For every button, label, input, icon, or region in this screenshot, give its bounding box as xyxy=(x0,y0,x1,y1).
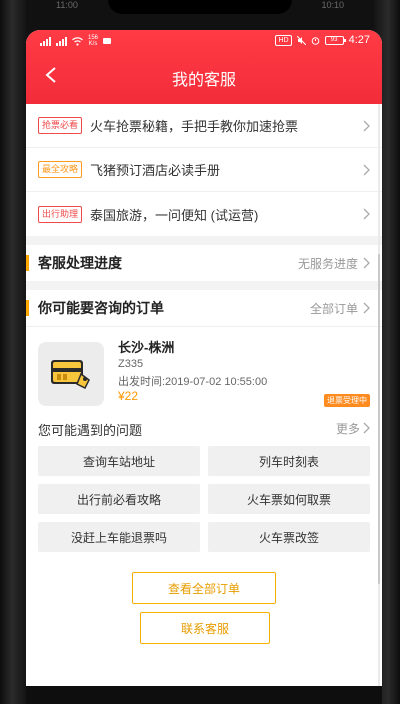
chevron-right-icon xyxy=(363,164,370,175)
section-title: 客服处理进度 xyxy=(38,255,122,271)
section-accent-bar xyxy=(26,255,29,271)
promo-text: 泰国旅游，一问便知 (试运营) xyxy=(90,207,259,223)
orders-section-row[interactable]: 你可能要咨询的订单 全部订单 xyxy=(26,290,382,326)
order-card[interactable]: 长沙-株洲 Z335 出发时间:2019-07-02 10:55:00 ¥22 … xyxy=(26,332,382,412)
questions-header: 您可能遇到的问题 更多 xyxy=(26,416,382,440)
page-title: 我的客服 xyxy=(171,72,236,89)
signal-icon xyxy=(40,36,51,46)
battery-icon: 93 xyxy=(324,35,346,45)
promo-text: 火车抢票秘籍，手把手教你加速抢票 xyxy=(90,119,299,134)
chevron-right-icon xyxy=(363,422,370,434)
promo-tag: 出行助理 xyxy=(38,205,83,223)
chevron-right-icon xyxy=(363,302,370,314)
section-accent-bar xyxy=(26,300,29,316)
chevron-right-icon xyxy=(363,257,370,269)
divider xyxy=(26,326,382,327)
ghost-time-right: 10:10 xyxy=(321,0,344,10)
question-change-ticket[interactable]: 火车票改签 xyxy=(208,522,370,552)
scrollbar-thumb[interactable] xyxy=(378,254,380,584)
signal-icon-2 xyxy=(56,36,67,46)
section-link: 无服务进度 xyxy=(297,256,358,271)
train-number: Z335 xyxy=(118,358,144,370)
promo-row-travel-assistant[interactable]: 出行助理 泰国旅游，一问便知 (试运营) xyxy=(26,192,382,236)
question-station-address[interactable]: 查询车站地址 xyxy=(38,446,200,476)
all-orders-link[interactable]: 全部订单 xyxy=(310,300,358,317)
alarm-icon xyxy=(311,36,319,45)
ghost-time-left: 11:00 xyxy=(56,0,78,10)
status-bar: 156 K/s HD 93 4:27 xyxy=(26,30,382,52)
order-route: 长沙-株洲 xyxy=(118,340,175,355)
question-timetable[interactable]: 列车时刻表 xyxy=(208,446,370,476)
promo-tag: 最全攻略 xyxy=(38,161,83,178)
departure-time: 出发时间:2019-07-02 10:55:00 xyxy=(118,376,268,388)
question-missed-train-refund[interactable]: 没赶上车能退票吗 xyxy=(38,522,200,552)
content: 抢票必看 火车抢票秘籍，手把手教你加速抢票 最全攻略 飞猪预订酒店必读手册 出行… xyxy=(26,104,382,686)
train-ticket-icon xyxy=(38,342,104,406)
promo-text: 飞猪预订酒店必读手册 xyxy=(90,163,221,178)
question-travel-guide[interactable]: 出行前必看攻略 xyxy=(38,484,200,514)
promo-tag: 抢票必看 xyxy=(38,117,83,134)
question-pickup-ticket[interactable]: 火车票如何取票 xyxy=(208,484,370,514)
mute-icon xyxy=(296,35,306,45)
wifi-icon xyxy=(72,36,83,46)
app-screen: 156 K/s HD 93 4:27 我的客服 抢票必看 火车抢票秘籍，手把手教你… xyxy=(26,30,382,686)
chevron-right-icon xyxy=(363,120,370,131)
divider xyxy=(26,236,382,245)
notification-icon xyxy=(103,38,112,44)
status-time: 4:27 xyxy=(348,34,370,46)
status-badge: 退票受理中 xyxy=(324,394,370,407)
app-header: 156 K/s HD 93 4:27 我的客服 xyxy=(26,30,382,104)
net-speed: 156 K/s xyxy=(88,35,99,47)
contact-service-button[interactable]: 联系客服 xyxy=(140,612,270,644)
chevron-right-icon xyxy=(363,208,370,220)
promo-row-ticket-tips[interactable]: 抢票必看 火车抢票秘籍，手把手教你加速抢票 xyxy=(26,104,382,148)
more-questions-link[interactable]: 更多 xyxy=(336,420,360,437)
camera-notch xyxy=(108,0,292,14)
view-all-orders-button[interactable]: 查看全部订单 xyxy=(132,572,276,604)
hd-badge: HD xyxy=(275,34,292,46)
divider xyxy=(26,281,382,290)
service-progress-row[interactable]: 客服处理进度 无服务进度 xyxy=(26,245,382,281)
bottom-bezel xyxy=(26,686,382,704)
promo-row-hotel-guide[interactable]: 最全攻略 飞猪预订酒店必读手册 xyxy=(26,148,382,192)
order-price: ¥22 xyxy=(118,389,139,403)
section-title: 你可能要咨询的订单 xyxy=(38,300,164,316)
questions-title: 您可能遇到的问题 xyxy=(38,423,143,438)
